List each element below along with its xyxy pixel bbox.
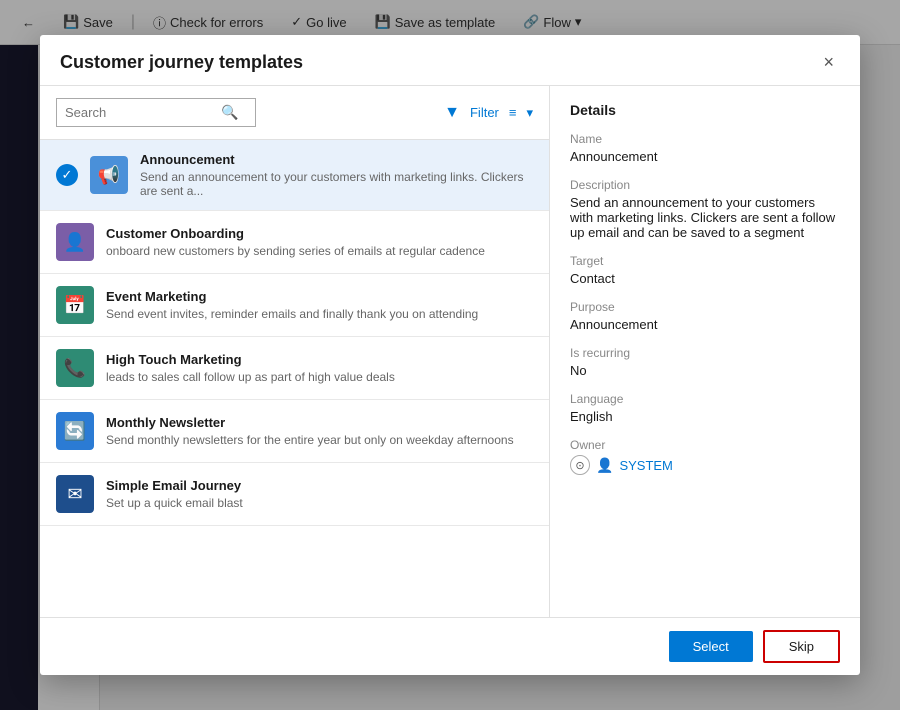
detail-recurring-label: Is recurring — [570, 346, 840, 360]
details-title: Details — [570, 102, 840, 118]
announcement-text: Announcement Send an announcement to you… — [140, 152, 533, 198]
customer-onboarding-icon: 👤 — [56, 223, 94, 261]
detail-purpose-label: Purpose — [570, 300, 840, 314]
template-item-event-marketing[interactable]: 📅 Event Marketing Send event invites, re… — [40, 274, 549, 337]
selected-check-icon: ✓ — [56, 164, 78, 186]
template-item-monthly-newsletter[interactable]: 🔄 Monthly Newsletter Send monthly newsle… — [40, 400, 549, 463]
announcement-desc: Send an announcement to your customers w… — [140, 170, 533, 198]
chevron-down-icon: ▾ — [526, 105, 533, 121]
monthly-newsletter-icon: 🔄 — [56, 412, 94, 450]
detail-target-field: Target Contact — [570, 254, 840, 286]
high-touch-icon: 📞 — [56, 349, 94, 387]
owner-area: ⊙ 👤 SYSTEM — [570, 455, 840, 475]
event-marketing-text: Event Marketing Send event invites, remi… — [106, 289, 533, 321]
high-touch-text: High Touch Marketing leads to sales call… — [106, 352, 533, 384]
high-touch-name: High Touch Marketing — [106, 352, 533, 367]
customer-onboarding-name: Customer Onboarding — [106, 226, 533, 241]
detail-purpose-field: Purpose Announcement — [570, 300, 840, 332]
search-input[interactable] — [65, 105, 215, 120]
event-marketing-name: Event Marketing — [106, 289, 533, 304]
detail-target-value: Contact — [570, 271, 840, 286]
search-icon: 🔍 — [221, 104, 238, 121]
detail-owner-label: Owner — [570, 438, 840, 452]
modal-footer: Select Skip — [40, 617, 860, 675]
owner-avatar-icon: ⊙ — [570, 455, 590, 475]
detail-description-field: Description Send an announcement to your… — [570, 178, 840, 240]
announcement-icon: 📢 — [90, 156, 128, 194]
detail-recurring-value: No — [570, 363, 840, 378]
high-touch-desc: leads to sales call follow up as part of… — [106, 370, 533, 384]
detail-name-label: Name — [570, 132, 840, 146]
customer-journey-templates-modal: Customer journey templates × 🔍 ▼ Filter … — [40, 35, 860, 675]
simple-email-text: Simple Email Journey Set up a quick emai… — [106, 478, 533, 510]
monthly-newsletter-desc: Send monthly newsletters for the entire … — [106, 433, 533, 447]
detail-language-value: English — [570, 409, 840, 424]
detail-language-field: Language English — [570, 392, 840, 424]
template-list: ✓ 📢 Announcement Send an announcement to… — [40, 140, 549, 617]
owner-person-icon: 👤 — [596, 457, 613, 474]
detail-language-label: Language — [570, 392, 840, 406]
detail-purpose-value: Announcement — [570, 317, 840, 332]
event-marketing-icon: 📅 — [56, 286, 94, 324]
template-item-simple-email[interactable]: ✉ Simple Email Journey Set up a quick em… — [40, 463, 549, 526]
detail-name-field: Name Announcement — [570, 132, 840, 164]
monthly-newsletter-name: Monthly Newsletter — [106, 415, 533, 430]
template-item-announcement[interactable]: ✓ 📢 Announcement Send an announcement to… — [40, 140, 549, 211]
detail-name-value: Announcement — [570, 149, 840, 164]
simple-email-desc: Set up a quick email blast — [106, 496, 533, 510]
detail-recurring-field: Is recurring No — [570, 346, 840, 378]
announcement-name: Announcement — [140, 152, 533, 167]
simple-email-name: Simple Email Journey — [106, 478, 533, 493]
detail-target-label: Target — [570, 254, 840, 268]
modal-title: Customer journey templates — [60, 52, 303, 73]
template-list-panel: 🔍 ▼ Filter ≡ ▾ ✓ 📢 Announcement Send — [40, 86, 550, 617]
sort-icon: ≡ — [509, 105, 517, 120]
detail-description-value: Send an announcement to your customers w… — [570, 195, 840, 240]
filter-area: ▼ Filter ≡ ▾ — [444, 104, 533, 122]
event-marketing-desc: Send event invites, reminder emails and … — [106, 307, 533, 321]
select-button[interactable]: Select — [669, 631, 753, 662]
simple-email-icon: ✉ — [56, 475, 94, 513]
close-button[interactable]: × — [817, 51, 840, 73]
details-panel: Details Name Announcement Description Se… — [550, 86, 860, 617]
owner-name[interactable]: SYSTEM — [619, 458, 672, 473]
skip-button[interactable]: Skip — [763, 630, 840, 663]
customer-onboarding-text: Customer Onboarding onboard new customer… — [106, 226, 533, 258]
modal-header: Customer journey templates × — [40, 35, 860, 86]
detail-owner-field: Owner ⊙ 👤 SYSTEM — [570, 438, 840, 475]
search-bar: 🔍 ▼ Filter ≡ ▾ — [40, 86, 549, 140]
filter-icon: ▼ — [444, 104, 460, 122]
modal-body: 🔍 ▼ Filter ≡ ▾ ✓ 📢 Announcement Send — [40, 86, 860, 617]
filter-label[interactable]: Filter — [470, 105, 499, 120]
search-input-wrap[interactable]: 🔍 — [56, 98, 256, 127]
customer-onboarding-desc: onboard new customers by sending series … — [106, 244, 533, 258]
monthly-newsletter-text: Monthly Newsletter Send monthly newslett… — [106, 415, 533, 447]
template-item-customer-onboarding[interactable]: 👤 Customer Onboarding onboard new custom… — [40, 211, 549, 274]
detail-description-label: Description — [570, 178, 840, 192]
template-item-high-touch[interactable]: 📞 High Touch Marketing leads to sales ca… — [40, 337, 549, 400]
